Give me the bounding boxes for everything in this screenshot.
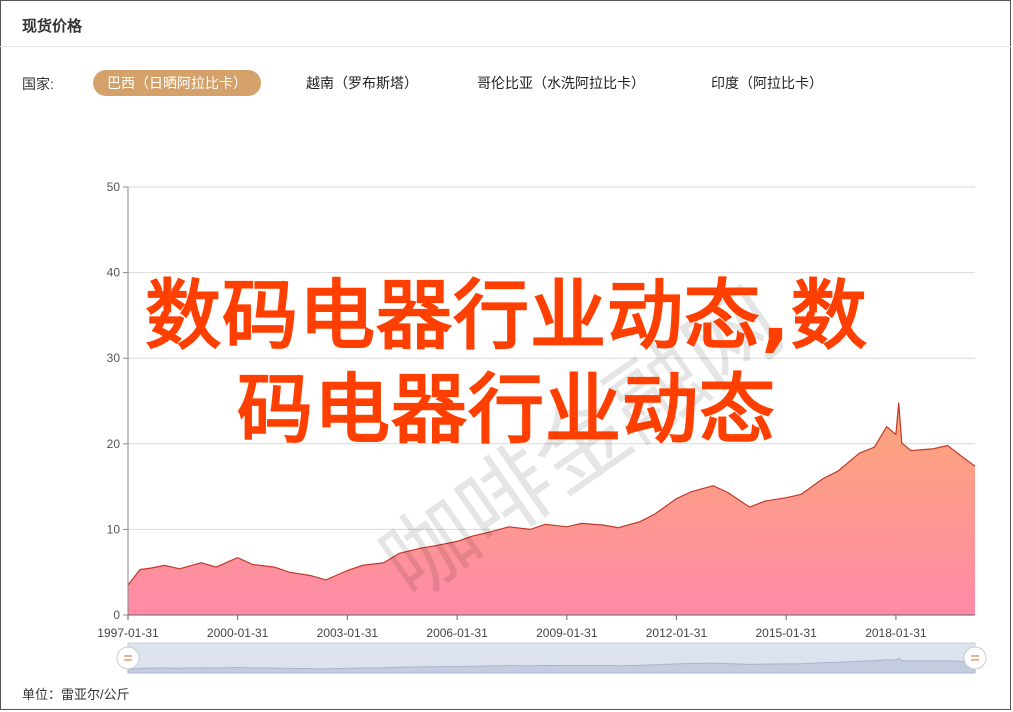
zoom-handle-knob — [116, 646, 140, 670]
y-tick-label: 30 — [107, 351, 121, 365]
x-tick-label: 2003-01-31 — [317, 626, 379, 640]
zoom-handle-knob — [963, 646, 987, 670]
y-tick-label: 10 — [107, 522, 121, 536]
x-tick-label: 2018-01-31 — [865, 626, 927, 640]
x-tick-label: 2015-01-31 — [755, 626, 817, 640]
price-chart: 0 10 20 30 40 50 1997-01-31 2000-01-31 2003-01-3… — [97, 180, 987, 674]
x-tick-label: 2000-01-31 — [207, 626, 269, 640]
y-tick-label: 0 — [113, 608, 120, 622]
y-tick-label: 40 — [107, 266, 121, 280]
unit-label: 单位：雷亚尔/公斤 — [22, 687, 130, 702]
zoom-handle-left[interactable] — [116, 646, 140, 670]
x-tick-label: 2006-01-31 — [426, 626, 488, 640]
y-tick-label: 20 — [107, 437, 121, 451]
y-tick-label: 50 — [107, 180, 121, 194]
zoom-handle-right[interactable] — [963, 646, 987, 670]
x-tick-label: 1997-01-31 — [97, 626, 159, 640]
x-tick-label: 2009-01-31 — [536, 626, 598, 640]
x-tick-label: 2012-01-31 — [646, 626, 708, 640]
